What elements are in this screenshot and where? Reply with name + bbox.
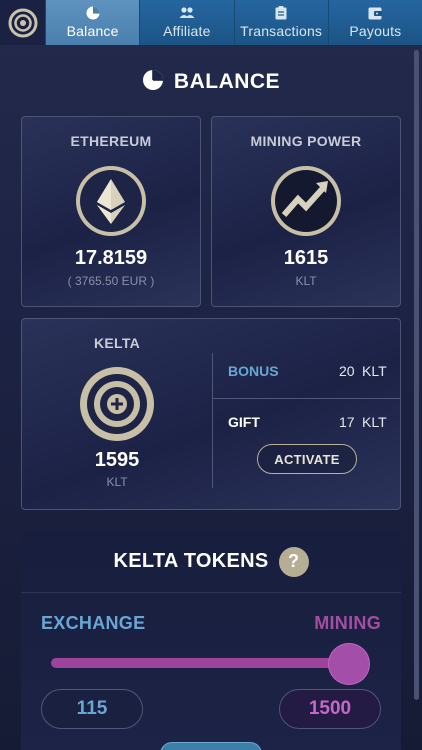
pie-chart-icon [86, 6, 100, 20]
kelta-card: KELTA 1595 KLT BONUS 20 KLT GIFT 17 KLT … [21, 318, 401, 510]
kelta-value: 1595 [94, 449, 140, 471]
tab-label: Transactions [240, 23, 323, 39]
kelta-tokens-panel: KELTA TOKENS ? EXCHANGE MINING 115 1500 [21, 531, 401, 750]
mining-value[interactable]: 1500 [279, 689, 381, 729]
tab-balance[interactable]: Balance [45, 0, 140, 45]
page-heading: BALANCE [0, 68, 422, 96]
gift-unit: KLT [362, 414, 387, 430]
slider-handle[interactable] [327, 643, 370, 685]
help-button[interactable]: ? [278, 546, 309, 577]
mining-power-value: 1615 [283, 247, 329, 269]
wallet-icon [368, 6, 383, 20]
tab-transactions[interactable]: Transactions [233, 0, 328, 45]
bonus-unit: KLT [362, 363, 387, 379]
divider [213, 398, 401, 399]
bonus-value: 20 [339, 363, 355, 379]
exchange-mining-slider-track[interactable] [51, 658, 361, 668]
ethereum-title: ETHEREUM [70, 133, 152, 149]
mining-label: MINING [314, 613, 381, 633]
exchange-label: EXCHANGE [41, 613, 146, 633]
gift-value: 17 [339, 414, 355, 430]
tab-affiliate[interactable]: Affiliate [139, 0, 234, 45]
target-plus-icon [22, 365, 212, 443]
activate-button[interactable]: ACTIVATE [257, 444, 357, 474]
top-tab-bar: Balance Affiliate Transactions Payouts [0, 0, 422, 45]
tab-label: Balance [66, 23, 119, 39]
tab-label: Payouts [349, 23, 402, 39]
kelta-unit: KLT [106, 475, 128, 489]
people-icon [179, 6, 195, 20]
ethereum-value: 17.8159 [74, 247, 148, 269]
tab-payouts[interactable]: Payouts [327, 0, 422, 45]
app-logo[interactable] [0, 0, 45, 45]
ethereum-card: ETHEREUM 17.8159 ( 3765.50 EUR ) [21, 116, 201, 307]
bottom-button[interactable] [160, 742, 262, 750]
mining-power-title: MINING POWER [250, 133, 362, 149]
bonus-label: BONUS [228, 363, 279, 379]
target-logo-icon [8, 8, 37, 37]
kelta-tokens-header: KELTA TOKENS ? [21, 531, 401, 593]
gift-label: GIFT [228, 414, 260, 430]
pie-chart-icon [142, 69, 164, 96]
divider [212, 353, 213, 488]
exchange-value[interactable]: 115 [41, 689, 143, 729]
ethereum-eur-value: ( 3765.50 EUR ) [67, 274, 155, 288]
kelta-title: KELTA [93, 335, 141, 351]
tab-label: Affiliate [163, 23, 211, 39]
kelta-tokens-title: KELTA TOKENS [113, 550, 269, 572]
mining-power-unit: KLT [295, 274, 317, 288]
mining-power-card: MINING POWER 1615 KLT [211, 116, 401, 307]
clipboard-icon [275, 6, 287, 20]
trending-up-icon [212, 165, 400, 237]
page-title: BALANCE [173, 70, 281, 93]
ethereum-icon [22, 165, 200, 237]
scrollbar[interactable] [414, 50, 419, 700]
